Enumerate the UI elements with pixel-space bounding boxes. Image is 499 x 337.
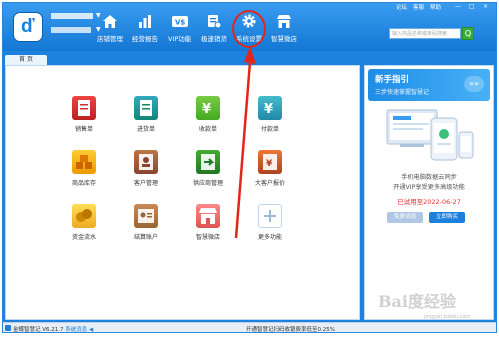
beginner-guide-banner[interactable]: 新手指引 三步快速掌握智慧记 »»	[368, 69, 490, 101]
help-link[interactable]: 帮助	[430, 3, 441, 11]
baidu-watermark: Bai度经验	[378, 292, 456, 311]
forum-link[interactable]: 论坛	[396, 3, 407, 11]
plus-icon	[258, 204, 282, 228]
nav-smart-store[interactable]: 智慧微店	[271, 13, 297, 47]
svg-text:¥: ¥	[264, 102, 273, 117]
status-left: 金蝶智慧记 V6.21.7 系统消息 ◀	[13, 325, 93, 333]
payment-icon: ¥	[258, 96, 282, 120]
svg-text:¥: ¥	[266, 159, 273, 169]
nav-label: 经营报告	[132, 35, 158, 43]
vip-line: 开通VIP享受更多高级功能	[393, 184, 465, 191]
tile-purchase-order[interactable]: 进货单	[126, 96, 166, 133]
bar-chart-icon	[136, 13, 154, 29]
tile-label: 客户管理	[133, 180, 158, 187]
double-chevron-right-icon: »»	[464, 76, 484, 92]
system-message-link[interactable]: 系统消息	[65, 327, 87, 332]
side-panel: 新手指引 三步快速掌握智慧记 »» 手机电脑数据云同步 开通VIP享受更多高级功…	[364, 65, 494, 320]
cash-flow-icon	[72, 204, 96, 228]
guide-subtitle: 三步快速掌握智慧记	[375, 89, 430, 96]
buy-now-button[interactable]: 立即购买	[429, 212, 465, 223]
tile-sales-order[interactable]: 销售单	[64, 96, 104, 133]
nav-business-report[interactable]: 经营报告	[132, 13, 158, 47]
tile-label: 供应商管理	[192, 180, 223, 187]
search-input[interactable]: 输入商品名称或条码搜索	[389, 28, 461, 39]
shop-name-field[interactable]	[51, 27, 91, 33]
fast-sale-icon	[205, 13, 223, 29]
guide-title: 新手指引	[375, 75, 410, 85]
home-icon	[101, 13, 119, 29]
nav-shop-management[interactable]: 店铺管理	[97, 13, 123, 47]
user-name-field[interactable]	[51, 13, 93, 19]
nav-label: 极速销货	[201, 35, 227, 43]
tile-label: 收款单	[198, 126, 217, 133]
vip-card-icon: V$	[171, 13, 189, 29]
tile-label: 智慧微店	[195, 234, 220, 241]
sales-order-icon	[72, 96, 96, 120]
account-icon	[134, 204, 158, 228]
status-promo[interactable]: 开通智慧记扫码收银费率低至0.25%	[246, 325, 335, 332]
search-placeholder: 输入商品名称或条码搜索	[392, 31, 448, 37]
top-links: 论坛 客服 帮助	[396, 3, 441, 11]
nav-vip[interactable]: V$ VIP功能	[168, 13, 191, 47]
tile-receipt[interactable]: ¥ 收款单	[188, 96, 228, 133]
tile-customer[interactable]: 客户管理	[126, 150, 166, 187]
inventory-icon	[72, 150, 96, 174]
tile-micro-store[interactable]: 智慧微店	[188, 204, 228, 241]
free-trial-button[interactable]: 免费试用	[387, 212, 423, 223]
purchase-order-icon	[134, 96, 158, 120]
tile-cash-flow[interactable]: 资金流水	[64, 204, 104, 241]
service-link[interactable]: 客服	[413, 3, 424, 11]
minimize-button[interactable]: —	[455, 3, 461, 10]
nav-label: VIP功能	[168, 35, 192, 43]
tile-label: 销售单	[74, 126, 93, 133]
tile-label: 结算账户	[133, 234, 158, 241]
tile-account[interactable]: 结算账户	[126, 204, 166, 241]
status-bar: 金蝶智慧记 V6.21.7 系统消息 ◀ 开通智慧记扫码收银费率低至0.25%	[3, 322, 496, 332]
tile-label: 进货单	[136, 126, 155, 133]
speaker-icon[interactable]: ◀	[89, 327, 93, 332]
main-panel: 销售单 进货单 ¥ 收款单 ¥ 付款单 商品库存 客户管理 供应商管理 ¥ 大客…	[5, 46, 360, 320]
quote-icon: ¥	[258, 150, 282, 174]
receipt-icon: ¥	[196, 96, 220, 120]
app-logo: ď	[13, 12, 43, 42]
version-text: 金蝶智慧记 V6.21.7	[13, 327, 64, 333]
nav-label: 店铺管理	[97, 35, 123, 43]
tile-label: 资金流水	[71, 234, 96, 241]
close-button[interactable]: ×	[483, 3, 488, 10]
tile-label: 商品库存	[71, 180, 96, 187]
red-arrow-annotation	[234, 46, 256, 238]
svg-text:V$: V$	[175, 19, 185, 27]
maximize-button[interactable]: □	[469, 3, 475, 10]
nav-fast-sale[interactable]: 极速销货	[201, 13, 227, 47]
store-icon	[275, 13, 293, 29]
devices-illustration	[385, 106, 475, 164]
customer-icon	[134, 150, 158, 174]
nav-label: 智慧微店	[271, 35, 297, 43]
watermark-url: jingyan.baidu.com	[424, 314, 471, 320]
supplier-icon	[196, 150, 220, 174]
sync-line: 手机电脑数据云同步	[401, 174, 457, 181]
app-small-icon	[5, 325, 11, 331]
tab-home[interactable]: 首 页	[5, 55, 47, 65]
app-window: ď ▼ ▼ 店铺管理 经营报告 V$ VIP功能 极速销货 系统设置 智慧微店 …	[2, 2, 497, 333]
trial-expiry-text: 已试用至2022-06-27	[397, 198, 461, 206]
tile-supplier[interactable]: 供应商管理	[188, 150, 228, 187]
tile-inventory[interactable]: 商品库存	[64, 150, 104, 187]
svg-text:¥: ¥	[202, 102, 211, 117]
search-button[interactable]: Q	[462, 27, 474, 40]
micro-store-icon	[196, 204, 220, 228]
